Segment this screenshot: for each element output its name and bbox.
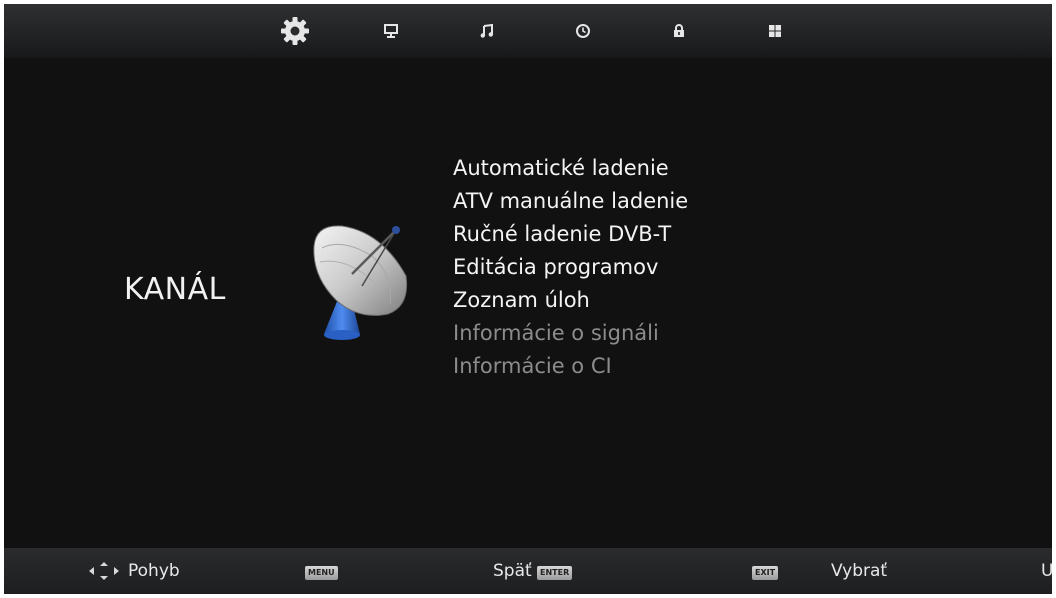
grid-icon <box>769 25 781 37</box>
gear-icon <box>281 17 309 45</box>
exit-key[interactable]: EXIT <box>752 566 779 580</box>
menu-item-auto-tuning[interactable]: Automatické ladenie <box>453 152 688 185</box>
tab-sound[interactable] <box>470 14 504 48</box>
nav-arrows-icon <box>89 562 119 580</box>
top-menu-bar <box>4 4 1052 58</box>
bottom-hint-bar: Pohyb MENU Späť ENTER EXIT Vybrať U <box>4 548 1052 594</box>
enter-key[interactable]: ENTER <box>537 566 573 580</box>
menu-item-dvbt-manual-tuning[interactable]: Ručné ladenie DVB-T <box>453 218 688 251</box>
monitor-icon <box>384 24 398 38</box>
hint-move: Pohyb <box>128 561 180 581</box>
hint-back: Späť <box>493 561 532 581</box>
menu-item-atv-manual-tuning[interactable]: ATV manuálne ladenie <box>453 185 688 218</box>
clock-icon <box>576 24 590 38</box>
tab-picture[interactable] <box>374 14 408 48</box>
music-note-icon <box>480 23 493 38</box>
hint-select: Vybrať <box>831 561 888 581</box>
lock-icon <box>674 24 684 37</box>
satellite-dish-icon <box>313 225 408 340</box>
menu-item-schedule-list[interactable]: Zoznam úloh <box>453 284 688 317</box>
menu-item-program-edit[interactable]: Editácia programov <box>453 251 688 284</box>
tab-time[interactable] <box>566 14 600 48</box>
tab-app[interactable] <box>758 14 792 48</box>
hint-cut-off: U <box>1041 561 1052 581</box>
tab-lock[interactable] <box>662 14 696 48</box>
channel-menu: Automatické ladenie ATV manuálne ladenie… <box>453 152 688 383</box>
tab-setup[interactable] <box>278 14 312 48</box>
menu-item-ci-info: Informácie o CI <box>453 354 612 378</box>
category-title: KANÁL <box>124 272 226 307</box>
tv-screen: KANÁL Automatické ladenie ATV manuálne l… <box>4 4 1052 594</box>
menu-item-signal-info: Informácie o signáli <box>453 321 659 345</box>
menu-key[interactable]: MENU <box>305 566 338 580</box>
